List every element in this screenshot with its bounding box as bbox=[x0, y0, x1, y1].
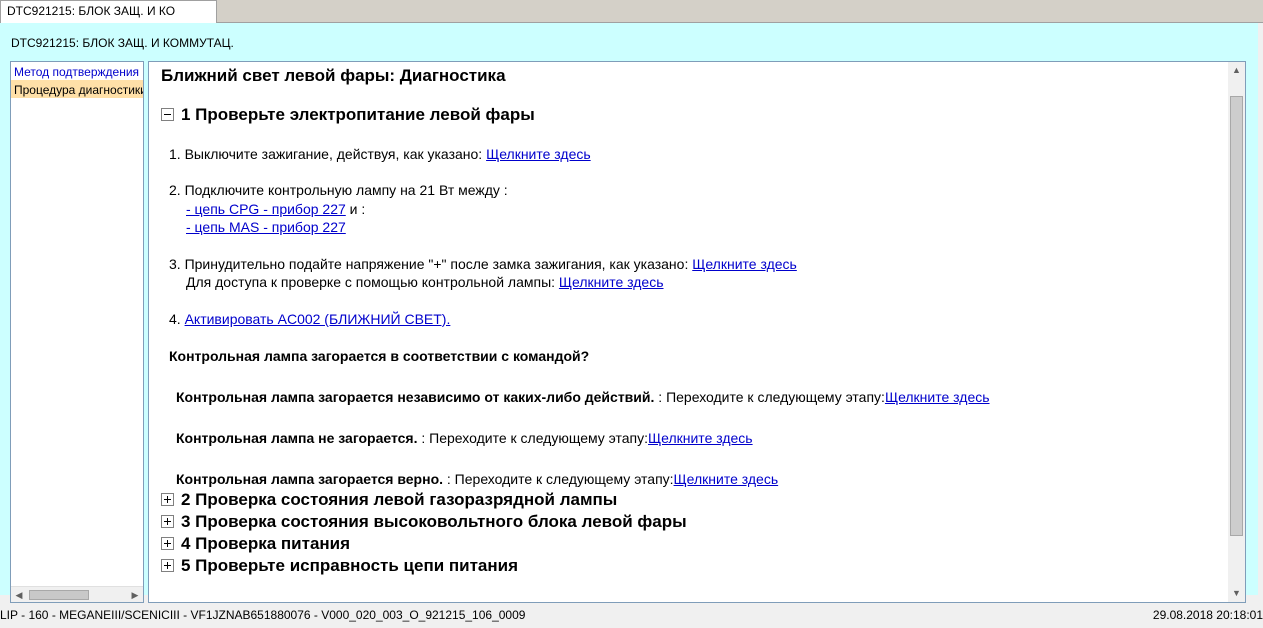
instruction-2: 2. Подключите контрольную лампу на 21 Вт… bbox=[169, 182, 508, 198]
instruction-4-number: 4. bbox=[169, 311, 185, 327]
scrollbar-thumb[interactable] bbox=[1230, 96, 1243, 536]
scroll-left-icon[interactable]: ◀ bbox=[11, 587, 27, 602]
expand-icon[interactable] bbox=[161, 559, 174, 572]
instruction-1: 1. Выключите зажигание, действуя, как ук… bbox=[169, 146, 591, 162]
step-5-header[interactable]: 5 Проверьте исправность цепи питания bbox=[161, 556, 518, 576]
scroll-right-icon[interactable]: ▶ bbox=[127, 587, 143, 602]
vertical-scrollbar[interactable]: ▲ ▼ bbox=[1228, 62, 1245, 602]
scroll-up-icon[interactable]: ▲ bbox=[1228, 62, 1245, 79]
nav-item-confirmation-method[interactable]: Метод подтверждения bbox=[11, 62, 143, 80]
content-panel: Ближний свет левой фары: Диагностика 1 П… bbox=[148, 61, 1246, 603]
answer-text: : Переходите к следующему этапу: bbox=[654, 389, 885, 405]
instruction-3-text: 3. Принудительно подайте напряжение "+" … bbox=[169, 256, 693, 272]
step-1-header[interactable]: 1 Проверьте электропитание левой фары bbox=[161, 105, 535, 125]
step-5-title: 5 Проверьте исправность цепи питания bbox=[181, 556, 519, 575]
instruction-2-line-a: - цепь CPG - прибор 227 и : bbox=[186, 201, 365, 217]
answer-text: : Переходите к следующему этапу: bbox=[417, 430, 649, 446]
circuit-mas-link[interactable]: - цепь MAS - прибор 227 bbox=[186, 219, 346, 235]
instruction-3-link[interactable]: Щелкните здесь bbox=[692, 256, 797, 272]
instruction-4: 4. Активировать AC002 (БЛИЖНИЙ СВЕТ). bbox=[169, 311, 450, 327]
circuit-cpg-link[interactable]: - цепь CPG - прибор 227 bbox=[186, 201, 346, 217]
step-3-header[interactable]: 3 Проверка состояния высоковольтного бло… bbox=[161, 512, 687, 532]
expand-icon[interactable] bbox=[161, 537, 174, 550]
expand-icon[interactable] bbox=[161, 515, 174, 528]
instruction-1-link[interactable]: Щелкните здесь bbox=[486, 146, 591, 162]
horizontal-scrollbar[interactable]: ◀ ▶ bbox=[11, 586, 143, 602]
answer-link[interactable]: Щелкните здесь bbox=[648, 430, 753, 446]
step-2-header[interactable]: 2 Проверка состояния левой газоразрядной… bbox=[161, 490, 617, 510]
status-datetime: 29.08.2018 20:18:01 bbox=[1152, 608, 1263, 622]
instruction-2-connector: и : bbox=[345, 201, 366, 217]
answer-link[interactable]: Щелкните здесь bbox=[674, 471, 779, 487]
step-1-title: 1 Проверьте электропитание левой фары bbox=[181, 105, 535, 124]
status-bar: LIP - 160 - MEGANEIII/SCENICIII - VF1JZN… bbox=[0, 603, 1263, 628]
expand-icon[interactable] bbox=[161, 493, 174, 506]
navigation-panel: Метод подтверждения Процедура диагностик… bbox=[10, 61, 144, 603]
step-4-header[interactable]: 4 Проверка питания bbox=[161, 534, 350, 554]
tab-dtc[interactable]: DTC921215: БЛОК ЗАЩ. И КО bbox=[0, 0, 217, 23]
instruction-1-text: 1. Выключите зажигание, действуя, как ук… bbox=[169, 146, 487, 162]
step-2-title: 2 Проверка состояния левой газоразрядной… bbox=[181, 490, 618, 509]
scroll-down-icon[interactable]: ▼ bbox=[1228, 585, 1245, 602]
answer-row: Контрольная лампа загорается независимо … bbox=[176, 389, 990, 405]
instruction-3: 3. Принудительно подайте напряжение "+" … bbox=[169, 256, 797, 272]
page-title: Ближний свет левой фары: Диагностика bbox=[161, 66, 506, 85]
instruction-2-line-b: - цепь MAS - прибор 227 bbox=[186, 219, 346, 235]
answer-condition: Контрольная лампа загорается верно. bbox=[176, 471, 444, 487]
tab-bar: DTC921215: БЛОК ЗАЩ. И КО bbox=[0, 0, 1263, 23]
instruction-3b-text: Для доступа к проверке с помощью контрол… bbox=[186, 274, 559, 290]
step-3-title: 3 Проверка состояния высоковольтного бло… bbox=[181, 512, 687, 531]
answer-condition: Контрольная лампа загорается независимо … bbox=[176, 389, 655, 405]
document-frame: DTC921215: БЛОК ЗАЩ. И КОММУТАЦ. Метод п… bbox=[0, 23, 1258, 603]
frame-title: DTC921215: БЛОК ЗАЩ. И КОММУТАЦ. bbox=[11, 36, 234, 50]
answer-text: : Переходите к следующему этапу: bbox=[443, 471, 674, 487]
activate-ac002-link[interactable]: Активировать AC002 (БЛИЖНИЙ СВЕТ). bbox=[185, 311, 451, 327]
answer-row: Контрольная лампа не загорается. : Перех… bbox=[176, 430, 753, 446]
answer-condition: Контрольная лампа не загорается. bbox=[176, 430, 418, 446]
question-text: Контрольная лампа загорается в соответст… bbox=[169, 348, 590, 364]
answer-row: Контрольная лампа загорается верно. : Пе… bbox=[176, 471, 778, 487]
scrollbar-thumb[interactable] bbox=[29, 590, 89, 600]
nav-item-diagnostic-procedure[interactable]: Процедура диагностики bbox=[11, 80, 143, 98]
step-4-title: 4 Проверка питания bbox=[181, 534, 351, 553]
instruction-3b-link[interactable]: Щелкните здесь bbox=[559, 274, 664, 290]
instruction-3b: Для доступа к проверке с помощью контрол… bbox=[186, 274, 664, 290]
collapse-icon[interactable] bbox=[161, 108, 174, 121]
answer-link[interactable]: Щелкните здесь bbox=[885, 389, 990, 405]
status-vehicle-info: LIP - 160 - MEGANEIII/SCENICIII - VF1JZN… bbox=[0, 608, 526, 622]
